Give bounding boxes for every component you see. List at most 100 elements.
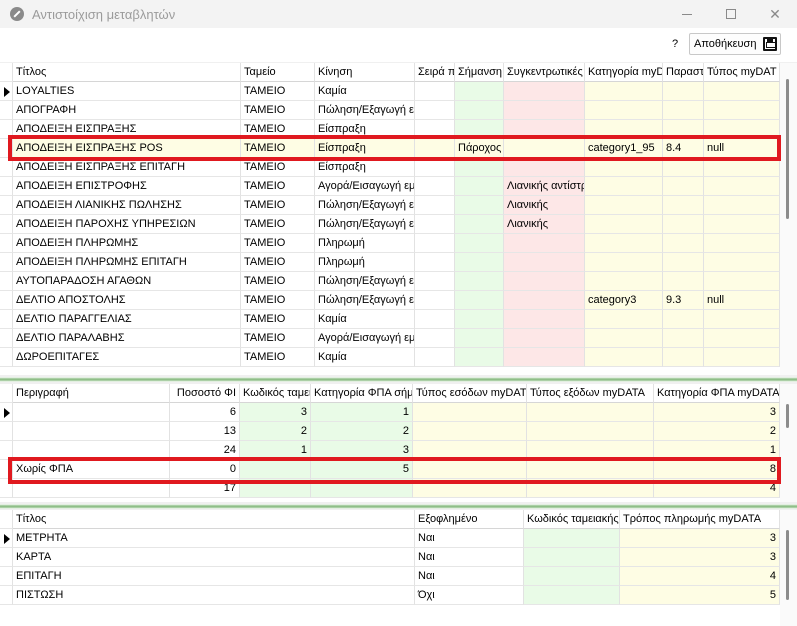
table-cell[interactable]: ΤΑΜΕΙΟ xyxy=(241,272,315,291)
vertical-scrollbar[interactable] xyxy=(780,384,797,502)
table-cell[interactable]: ΔΕΛΤΙΟ ΠΑΡΑΓΓΕΛΙΑΣ xyxy=(13,310,241,329)
table-row[interactable]: ΑΠΟΔΕΙΞΗ ΕΙΣΠΡΑΞΗΣ POS ΤΑΜΕΙΟ Είσπραξη Πάρο… xyxy=(0,139,797,158)
table-cell[interactable]: Ναι xyxy=(415,529,524,548)
table-cell[interactable]: Αγορά/Εισαγωγή εμ xyxy=(315,329,415,348)
table-row[interactable]: ΑΠΟΔΕΙΞΗ ΛΙΑΝΙΚΗΣ ΠΩΛΗΣΗΣ ΤΑΜΕΙΟ Πώληση/Εξ… xyxy=(0,196,797,215)
table-cell[interactable]: Λιανικής xyxy=(504,215,585,234)
table-cell[interactable] xyxy=(504,348,585,367)
table-cell[interactable]: ΑΠΟΔΕΙΞΗ ΠΛΗΡΩΜΗΣ ΕΠΙΤΑΓΗ xyxy=(13,253,241,272)
table-cell[interactable] xyxy=(415,253,455,272)
table-cell[interactable] xyxy=(413,441,527,460)
table-cell[interactable] xyxy=(527,460,654,479)
table-cell[interactable] xyxy=(663,272,704,291)
table-cell[interactable]: ΤΑΜΕΙΟ xyxy=(241,120,315,139)
table-cell[interactable]: ΤΑΜΕΙΟ xyxy=(241,234,315,253)
table-cell[interactable] xyxy=(704,215,780,234)
table-cell[interactable] xyxy=(240,479,311,498)
table-cell[interactable] xyxy=(504,234,585,253)
table-cell[interactable] xyxy=(663,348,704,367)
table-cell[interactable]: Πώληση/Εξαγωγή ε xyxy=(315,101,415,120)
column-header[interactable]: Κίνηση xyxy=(315,63,415,82)
table-row[interactable]: ΑΥΤΟΠΑΡΑΔΟΣΗ ΑΓΑΘΩΝ ΤΑΜΕΙΟ Πώληση/Εξαγωγή … xyxy=(0,272,797,291)
table-cell[interactable]: 1 xyxy=(311,403,413,422)
table-cell[interactable]: LOYALTIES xyxy=(13,82,241,101)
table-cell[interactable] xyxy=(415,177,455,196)
table-cell[interactable]: Όχι xyxy=(415,586,524,605)
help-button[interactable]: ? xyxy=(672,38,678,50)
table-cell[interactable]: ΔΕΛΤΙΟ ΠΑΡΑΛΑΒΗΣ xyxy=(13,329,241,348)
table-cell[interactable] xyxy=(585,158,663,177)
table-cell[interactable] xyxy=(455,348,504,367)
column-header[interactable]: Τύπος εσόδων myDAT xyxy=(413,384,527,403)
table-cell[interactable]: category3 xyxy=(585,291,663,310)
column-header[interactable]: Κωδικός ταμειακής xyxy=(524,510,620,529)
table-cell[interactable] xyxy=(704,120,780,139)
table-cell[interactable]: 3 xyxy=(240,403,311,422)
table-cell[interactable] xyxy=(455,177,504,196)
row-selector[interactable] xyxy=(0,158,13,177)
table-row[interactable]: ΑΠΟΔΕΙΞΗ ΕΠΙΣΤΡΟΦΗΣ ΤΑΜΕΙΟ Αγορά/Εισαγωγή … xyxy=(0,177,797,196)
table-cell[interactable] xyxy=(504,272,585,291)
table-cell[interactable] xyxy=(663,158,704,177)
table-cell[interactable]: Λιανικής xyxy=(504,196,585,215)
table-row[interactable]: ΕΠΙΤΑΓΗ Ναι 4 xyxy=(0,567,797,586)
table-cell[interactable] xyxy=(415,329,455,348)
table-cell[interactable]: ΤΑΜΕΙΟ xyxy=(241,329,315,348)
table-cell[interactable] xyxy=(413,422,527,441)
table-cell[interactable] xyxy=(415,101,455,120)
row-selector[interactable] xyxy=(0,120,13,139)
table-cell[interactable] xyxy=(455,158,504,177)
table-row[interactable]: 24 1 3 1 xyxy=(0,441,797,460)
table-cell[interactable] xyxy=(585,329,663,348)
scrollbar-thumb[interactable] xyxy=(786,79,789,219)
table-cell[interactable] xyxy=(311,479,413,498)
row-selector[interactable] xyxy=(0,548,13,567)
table-cell[interactable]: 6 xyxy=(170,403,240,422)
table-cell[interactable] xyxy=(415,139,455,158)
table-cell[interactable]: 2 xyxy=(240,422,311,441)
table-cell[interactable] xyxy=(455,329,504,348)
table-cell[interactable]: Καμία xyxy=(315,310,415,329)
column-header[interactable]: Κατηγορία ΦΠΑ myDATA xyxy=(654,384,780,403)
table-cell[interactable] xyxy=(504,139,585,158)
table-cell[interactable]: ΤΑΜΕΙΟ xyxy=(241,139,315,158)
table-cell[interactable] xyxy=(415,215,455,234)
table-cell[interactable] xyxy=(585,253,663,272)
table-cell[interactable] xyxy=(663,329,704,348)
table-row[interactable]: Χωρίς ΦΠΑ 0 5 8 xyxy=(0,460,797,479)
table-cell[interactable] xyxy=(585,310,663,329)
table-cell[interactable]: ΔΕΛΤΙΟ ΑΠΟΣΤΟΛΗΣ xyxy=(13,291,241,310)
table-cell[interactable]: 24 xyxy=(170,441,240,460)
current-row-arrow-icon[interactable] xyxy=(0,403,13,422)
table-cell[interactable]: Καμία xyxy=(315,348,415,367)
table-cell[interactable] xyxy=(585,177,663,196)
table-cell[interactable] xyxy=(527,441,654,460)
column-header[interactable]: Σειρά π xyxy=(415,63,455,82)
table-row[interactable]: ΑΠΟΔΕΙΞΗ ΕΙΣΠΡΑΞΗΣ ΤΑΜΕΙΟ Είσπραξη xyxy=(0,120,797,139)
splitter-top[interactable] xyxy=(0,377,797,382)
table-cell[interactable] xyxy=(585,348,663,367)
table-cell[interactable] xyxy=(415,272,455,291)
table-row[interactable]: ΑΠΟΔΕΙΞΗ ΠΛΗΡΩΜΗΣ ΕΠΙΤΑΓΗ ΤΑΜΕΙΟ Πληρωμή xyxy=(0,253,797,272)
table-cell[interactable]: Πάροχος xyxy=(455,139,504,158)
table-cell[interactable]: 4 xyxy=(620,567,780,586)
table-row[interactable]: ΔΕΛΤΙΟ ΠΑΡΑΛΑΒΗΣ ΤΑΜΕΙΟ Αγορά/Εισαγωγή εμ xyxy=(0,329,797,348)
table-cell[interactable] xyxy=(415,82,455,101)
column-header[interactable]: Εξοφλημένο xyxy=(415,510,524,529)
table-cell[interactable] xyxy=(527,403,654,422)
table-cell[interactable]: Καμία xyxy=(315,82,415,101)
row-selector[interactable] xyxy=(0,460,13,479)
column-header[interactable]: Παραστ xyxy=(663,63,704,82)
table-cell[interactable] xyxy=(585,272,663,291)
table-row[interactable]: 6313 xyxy=(0,403,797,422)
table-cell[interactable] xyxy=(504,82,585,101)
table-cell[interactable] xyxy=(585,101,663,120)
table-cell[interactable] xyxy=(240,460,311,479)
table-cell[interactable] xyxy=(524,567,620,586)
table-row[interactable]: ΠΙΣΤΩΣΗ Όχι 5 xyxy=(0,586,797,605)
table-cell[interactable]: category1_95 xyxy=(585,139,663,158)
vertical-scrollbar[interactable] xyxy=(780,510,797,626)
table-cell[interactable]: Λιανικής αντίστρ xyxy=(504,177,585,196)
table-row[interactable]: ΑΠΟΔΕΙΞΗ ΕΙΣΠΡΑΞΗΣ ΕΠΙΤΑΓΗ ΤΑΜΕΙΟ Είσπραξη xyxy=(0,158,797,177)
table-cell[interactable]: Αγορά/Εισαγωγή εμ xyxy=(315,177,415,196)
